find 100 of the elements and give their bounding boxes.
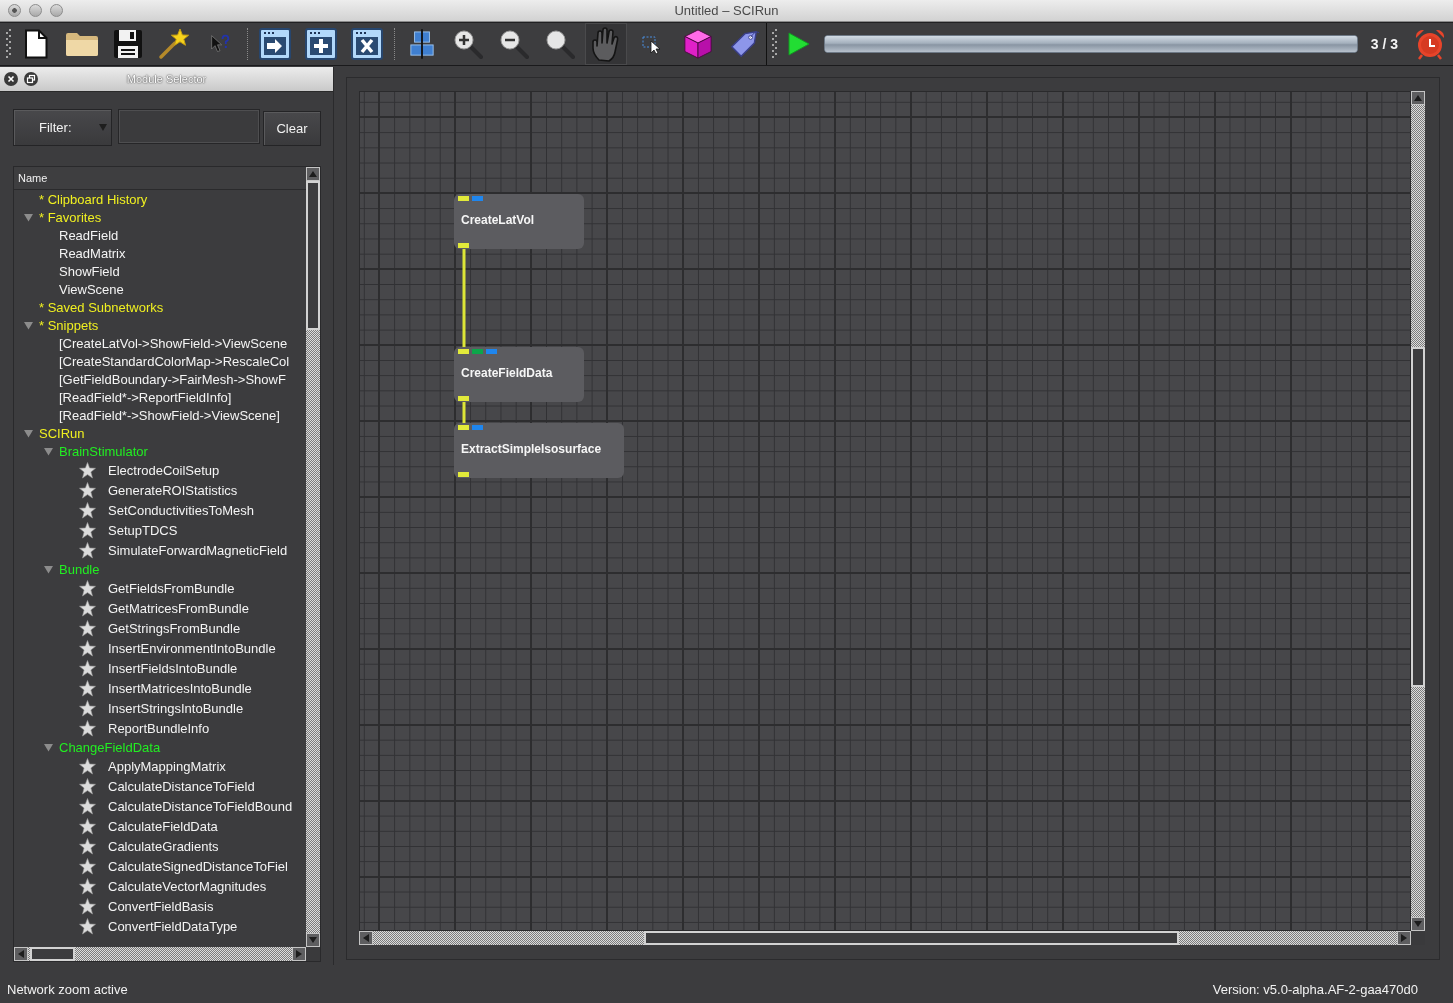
tree-item[interactable]: GetStringsFromBundle xyxy=(14,618,306,638)
play-icon[interactable] xyxy=(788,32,810,56)
close-icon[interactable] xyxy=(4,72,18,86)
tree-item[interactable]: ViewScene xyxy=(14,280,306,298)
expand-arrow-icon[interactable] xyxy=(44,742,53,752)
input-port[interactable] xyxy=(472,349,483,354)
tree-item[interactable]: GetMatricesFromBundle xyxy=(14,598,306,618)
toolbar-grip[interactable] xyxy=(6,28,12,60)
tree-item[interactable]: CalculateDistanceToFieldBound xyxy=(14,796,306,816)
scroll-right-button[interactable] xyxy=(1397,931,1411,945)
cursor-question-icon[interactable] xyxy=(210,34,230,54)
scrollbar-thumb[interactable] xyxy=(306,181,320,330)
magnifier-icon[interactable] xyxy=(545,29,575,59)
tree-item[interactable]: InsertMatricesIntoBundle xyxy=(14,678,306,698)
tree-item[interactable]: InsertEnvironmentIntoBundle xyxy=(14,638,306,658)
scroll-left-button[interactable] xyxy=(14,947,28,961)
tree-item[interactable]: GetFieldsFromBundle xyxy=(14,578,306,598)
magic-wand-icon[interactable] xyxy=(158,28,190,60)
toolbar-grip[interactable] xyxy=(772,28,778,60)
tree-item[interactable]: * Favorites xyxy=(14,208,306,226)
tree-item[interactable]: CalculateDistanceToField xyxy=(14,776,306,796)
zoom-in-icon[interactable] xyxy=(453,29,483,59)
alarm-clock-icon[interactable] xyxy=(1414,28,1446,60)
expand-arrow-icon[interactable] xyxy=(24,428,33,438)
input-port[interactable] xyxy=(458,349,469,354)
input-port[interactable] xyxy=(472,196,483,201)
tree-item[interactable]: * Clipboard History xyxy=(14,190,306,208)
overlapping-squares-icon[interactable] xyxy=(24,72,38,86)
window-minimize-button[interactable] xyxy=(29,4,42,17)
tree-item[interactable]: CalculateVectorMagnitudes xyxy=(14,876,306,896)
star-icon xyxy=(79,877,96,895)
input-port[interactable] xyxy=(472,425,483,430)
tree-item[interactable]: SetConductivitiesToMesh xyxy=(14,500,306,520)
tree-item[interactable]: BrainStimulator xyxy=(14,442,306,460)
scroll-down-button[interactable] xyxy=(1411,917,1425,931)
align-icon[interactable] xyxy=(409,29,435,59)
tree-item[interactable]: [CreateLatVol->ShowField->ViewScene xyxy=(14,334,306,352)
window-cross-icon[interactable] xyxy=(351,28,383,60)
tree-item[interactable]: ChangeFieldData xyxy=(14,738,306,756)
triangle-up-icon xyxy=(309,171,317,177)
clear-button[interactable]: Clear xyxy=(263,111,321,146)
star-icon xyxy=(79,797,96,815)
scrollbar-thumb[interactable] xyxy=(30,947,75,961)
module-node[interactable]: CreateLatVol xyxy=(454,194,584,249)
window-zoom-button[interactable] xyxy=(50,4,63,17)
window-plus-icon[interactable] xyxy=(305,28,337,60)
tree-item[interactable]: * Saved Subnetworks xyxy=(14,298,306,316)
scroll-up-button[interactable] xyxy=(1411,91,1425,105)
new-file-icon[interactable] xyxy=(24,29,48,59)
tree-item[interactable]: SCIRun xyxy=(14,424,306,442)
scroll-left-button[interactable] xyxy=(359,931,373,945)
filter-field[interactable] xyxy=(118,109,260,144)
module-node[interactable]: CreateFieldData xyxy=(454,347,584,402)
tree-item[interactable]: ShowField xyxy=(14,262,306,280)
tree-item[interactable]: ConvertFieldDataType xyxy=(14,916,306,936)
window-close-button[interactable] xyxy=(8,4,21,17)
tree-item[interactable]: Bundle xyxy=(14,560,306,578)
tree-item[interactable]: ReportBundleInfo xyxy=(14,718,306,738)
input-port[interactable] xyxy=(458,196,469,201)
hand-icon[interactable] xyxy=(585,23,627,65)
scrollbar-thumb[interactable] xyxy=(644,931,1179,945)
tree-item[interactable]: CalculateFieldData xyxy=(14,816,306,836)
filter-dropdown[interactable]: Filter: xyxy=(13,109,112,146)
triangle-down-icon xyxy=(309,937,317,943)
tree-item[interactable]: [ReadField*->ReportFieldInfo] xyxy=(14,388,306,406)
tree-item[interactable]: ReadField xyxy=(14,226,306,244)
tree-item[interactable]: InsertFieldsIntoBundle xyxy=(14,658,306,678)
star-icon xyxy=(79,917,96,935)
tree-item[interactable]: CalculateSignedDistanceToFiel xyxy=(14,856,306,876)
tree-item[interactable]: ConvertFieldBasis xyxy=(14,896,306,916)
tree-item[interactable]: [GetFieldBoundary->FairMesh->ShowF xyxy=(14,370,306,388)
expand-arrow-icon[interactable] xyxy=(24,320,33,330)
tree-item[interactable]: SetupTDCS xyxy=(14,520,306,540)
tree-item[interactable]: ReadMatrix xyxy=(14,244,306,262)
tree-item[interactable]: ApplyMappingMatrix xyxy=(14,756,306,776)
tag-icon[interactable] xyxy=(728,28,760,60)
expand-arrow-icon[interactable] xyxy=(44,446,53,456)
folder-icon[interactable] xyxy=(65,31,99,57)
triangle-down-icon xyxy=(1414,921,1422,927)
scroll-right-button[interactable] xyxy=(292,947,306,961)
tree-item[interactable]: * Snippets xyxy=(14,316,306,334)
cube-icon[interactable] xyxy=(683,28,713,60)
tree-item[interactable]: InsertStringsIntoBundle xyxy=(14,698,306,718)
zoom-out-icon[interactable] xyxy=(499,29,529,59)
tree-item[interactable]: SimulateForwardMagneticField xyxy=(14,540,306,560)
selection-icon[interactable] xyxy=(641,33,663,55)
scroll-up-button[interactable] xyxy=(306,167,320,181)
expand-arrow-icon[interactable] xyxy=(44,564,53,574)
input-port[interactable] xyxy=(458,425,469,430)
tree-item[interactable]: [ReadField*->ShowField->ViewScene] xyxy=(14,406,306,424)
panel-title: Module Selector xyxy=(126,73,207,85)
tree-item[interactable]: GenerateROIStatistics xyxy=(14,480,306,500)
expand-arrow-icon[interactable] xyxy=(24,212,33,222)
scroll-down-button[interactable] xyxy=(306,933,320,947)
input-port[interactable] xyxy=(486,349,497,354)
tree-item[interactable]: ElectrodeCoilSetup xyxy=(14,460,306,480)
tree-item[interactable]: CalculateGradients xyxy=(14,836,306,856)
tree-item[interactable]: [CreateStandardColorMap->RescaleCol xyxy=(14,352,306,370)
module-node[interactable]: ExtractSimpleIsosurface xyxy=(454,423,625,478)
scrollbar-thumb[interactable] xyxy=(1411,347,1425,687)
